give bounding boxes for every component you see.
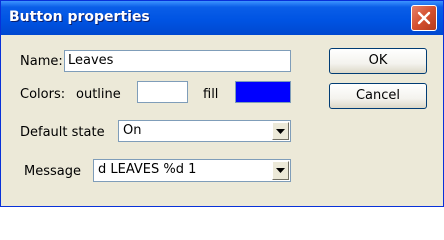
default-state-value: On — [123, 123, 142, 138]
dialog-title: Button properties — [9, 9, 150, 25]
chevron-down-icon — [276, 168, 285, 173]
fill-color-swatch[interactable] — [235, 81, 291, 103]
fill-label: fill — [203, 87, 219, 102]
message-label: Message — [24, 164, 81, 179]
title-bar[interactable]: Button properties — [1, 1, 443, 35]
default-state-dropdown-button[interactable] — [272, 122, 289, 140]
close-button[interactable] — [411, 5, 437, 31]
outline-color-swatch[interactable] — [137, 81, 188, 103]
name-label: Name: — [20, 54, 63, 69]
name-input[interactable]: Leaves — [64, 50, 291, 72]
default-state-select[interactable]: On — [118, 120, 291, 142]
message-dropdown-button[interactable] — [272, 161, 289, 180]
cancel-button[interactable]: Cancel — [329, 83, 427, 109]
chevron-down-icon — [276, 129, 285, 134]
colors-label: Colors: — [20, 87, 66, 102]
default-state-label: Default state — [20, 125, 105, 140]
close-icon — [417, 11, 431, 25]
dialog-body: Name: Leaves Colors: outline fill Defaul… — [1, 35, 443, 206]
ok-button[interactable]: OK — [329, 48, 427, 74]
message-select[interactable]: d LEAVES %d 1 — [93, 159, 291, 182]
message-value: d LEAVES %d 1 — [98, 162, 197, 177]
dialog-window: Button properties Name: Leaves Colors: o… — [0, 0, 444, 207]
outline-label: outline — [76, 87, 121, 102]
